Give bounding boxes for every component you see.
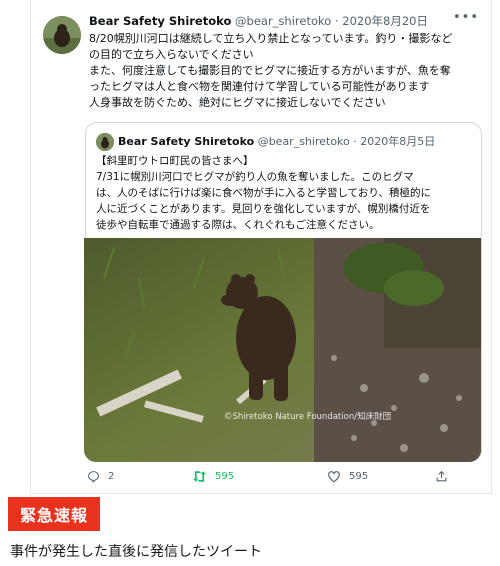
retweet-count: 595 (215, 471, 235, 482)
reply-icon (88, 471, 99, 483)
breaking-news-badge: 緊急速報 (8, 497, 100, 531)
quoted-date: 2020年8月5日 (360, 135, 436, 148)
retweet-icon (193, 471, 206, 482)
tweet-header: Bear Safety Shiretoko @bear_shiretoko · … (89, 13, 471, 29)
like-button[interactable]: 595 (327, 470, 368, 483)
quoted-handle: @bear_shiretoko (257, 135, 350, 148)
tweet-text-line: 人身事故を防ぐため、絶対にヒグマに接近しないでください (89, 96, 386, 109)
quoted-header: Bear Safety Shiretoko @bear_shiretoko · … (118, 133, 435, 151)
share-button[interactable] (435, 470, 456, 483)
quoted-text-line: 【斜里町ウトロ町民の皆さまへ】 (96, 155, 254, 167)
tweet-text-line: 8/20幌別川河口は継続して立ち入り禁止となっています。釣り・撮影など (89, 32, 453, 45)
tweet-text-line: ったヒグマは人と食べ物を関連付けて学習している可能性があります (89, 80, 430, 93)
avatar[interactable] (43, 16, 81, 54)
quoted-avatar (96, 133, 114, 151)
reply-count: 2 (108, 471, 115, 482)
quoted-text-line: 7/31に幌別川河口でヒグマが釣り人の魚を奪いました。このヒグマ (96, 171, 414, 183)
user-handle[interactable]: @bear_shiretoko (235, 14, 331, 28)
quoted-text-line: は、人のそばに行けば楽に食べ物が手に入ると学習しており、積極的に (96, 187, 431, 199)
tweet-text-line: また、何度注意しても撮影目的でヒグマに接近する方がいますが、魚を奪 (89, 64, 451, 77)
display-name[interactable]: Bear Safety Shiretoko (89, 14, 231, 28)
like-count: 595 (349, 471, 369, 482)
quoted-display-name: Bear Safety Shiretoko (118, 135, 255, 148)
heart-icon (328, 471, 340, 483)
quoted-text: 【斜里町ウトロ町民の皆さまへ】 7/31に幌別川河口でヒグマが釣り人の魚を奪いま… (96, 153, 476, 233)
retweet-button[interactable]: 595 (192, 470, 234, 483)
share-icon (436, 470, 447, 482)
separator: · (353, 135, 357, 148)
tweet-text: 8/20幌別川河口は継続して立ち入り禁止となっています。釣り・撮影など の目的で… (89, 31, 484, 111)
more-options-icon[interactable]: ••• (453, 10, 479, 25)
reply-button[interactable]: 2 (87, 470, 114, 483)
tweet-actions: 2 595 595 (87, 470, 457, 490)
separator: · (334, 14, 339, 28)
tweet-text-line: の目的で立ち入らないでください (89, 48, 254, 61)
image-caption: 事件が発生した直後に発信したツイート (10, 544, 262, 560)
tweet-date[interactable]: 2020年8月20日 (342, 14, 428, 28)
photo-credit: ©Shiretoko Nature Foundation/知床財団 (224, 412, 392, 422)
bear-photo[interactable]: ©Shiretoko Nature Foundation/知床財団 (84, 238, 481, 462)
quoted-text-line: 徒歩や自転車で通過する際は、くれぐれもご注意ください。 (96, 219, 380, 231)
quoted-text-line: 人に近づくことがあります。見回りを強化していますが、幌別橋付近を (96, 203, 431, 215)
